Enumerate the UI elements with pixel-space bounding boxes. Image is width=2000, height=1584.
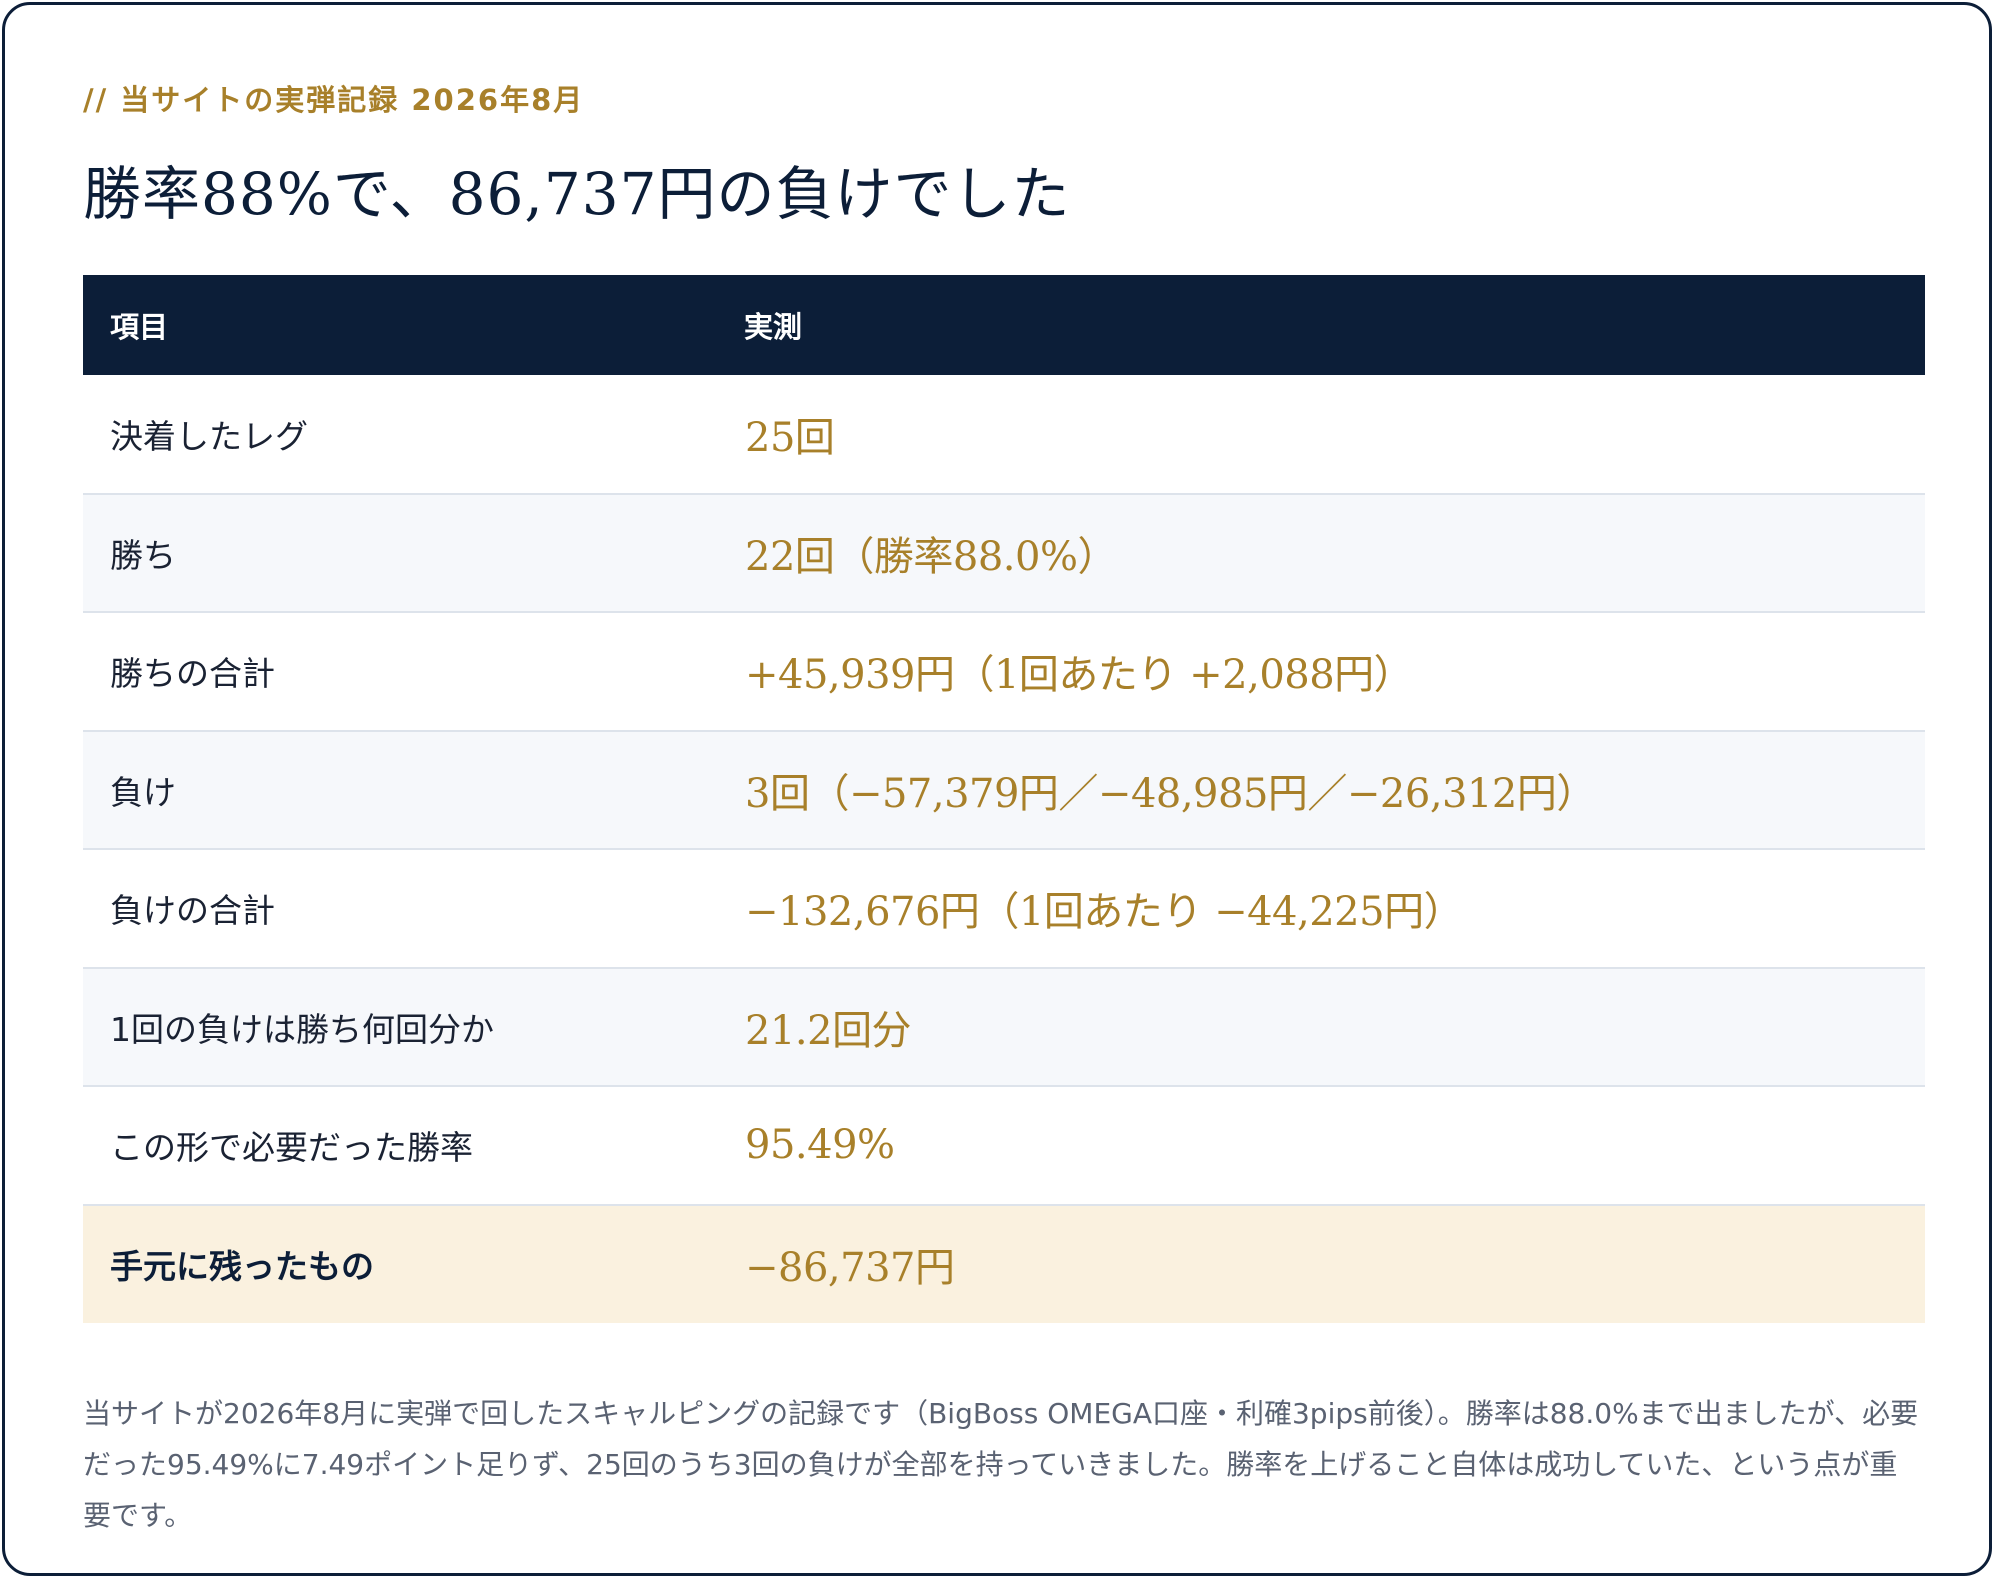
table-row: 決着したレグ 25回 xyxy=(83,375,1925,495)
eyebrow-label: // 当サイトの実弾記録 2026年8月 xyxy=(83,83,585,117)
row-label: 1回の負けは勝ち何回分か xyxy=(110,1009,494,1049)
headline: 勝率88%で、86,737円の負けでした xyxy=(83,160,1071,228)
table-row: この形で必要だった勝率 95.49% xyxy=(83,1086,1925,1206)
row-value: 25回 xyxy=(745,414,835,461)
results-table: 項目 実測 決着したレグ 25回 勝ち 22回（勝率88.0%） 勝ちの合計 +… xyxy=(83,275,1925,1323)
table-row: 勝ちの合計 +45,939円（1回あたり +2,088円） xyxy=(83,612,1925,732)
row-value: +45,939円（1回あたり +2,088円） xyxy=(745,652,1414,699)
table-row: 1回の負けは勝ち何回分か 21.2回分 xyxy=(83,967,1925,1087)
final-value: −86,737円 xyxy=(745,1245,955,1292)
row-label: 勝ちの合計 xyxy=(110,654,275,694)
row-label: 負け xyxy=(110,772,176,812)
record-card: // 当サイトの実弾記録 2026年8月 勝率88%で、86,737円の負けでし… xyxy=(2,2,1992,1576)
table-header-row: 項目 実測 xyxy=(83,275,1925,375)
row-value: 3回（−57,379円／−48,985円／−26,312円） xyxy=(745,770,1596,817)
row-label: 負けの合計 xyxy=(110,891,275,931)
row-label: 勝ち xyxy=(110,535,176,575)
row-label: 決着したレグ xyxy=(110,416,308,456)
row-label: この形で必要だった勝率 xyxy=(110,1128,473,1168)
row-value: −132,676円（1回あたり −44,225円） xyxy=(745,889,1464,936)
table-row: 負け 3回（−57,379円／−48,985円／−26,312円） xyxy=(83,730,1925,850)
footnote: 当サイトが2026年8月に実弾で回したスキャルピングの記録です（BigBoss … xyxy=(83,1397,1919,1532)
row-value: 95.49% xyxy=(745,1122,895,1169)
row-value: 21.2回分 xyxy=(745,1007,912,1054)
table-row: 勝ち 22回（勝率88.0%） xyxy=(83,493,1925,613)
final-label: 手元に残ったもの xyxy=(110,1247,374,1287)
final-result-row: 手元に残ったもの −86,737円 xyxy=(83,1204,1925,1323)
row-value: 22回（勝率88.0%） xyxy=(745,533,1117,580)
header-value: 実測 xyxy=(718,275,1925,375)
table-row: 負けの合計 −132,676円（1回あたり −44,225円） xyxy=(83,849,1925,969)
header-item: 項目 xyxy=(83,275,718,375)
